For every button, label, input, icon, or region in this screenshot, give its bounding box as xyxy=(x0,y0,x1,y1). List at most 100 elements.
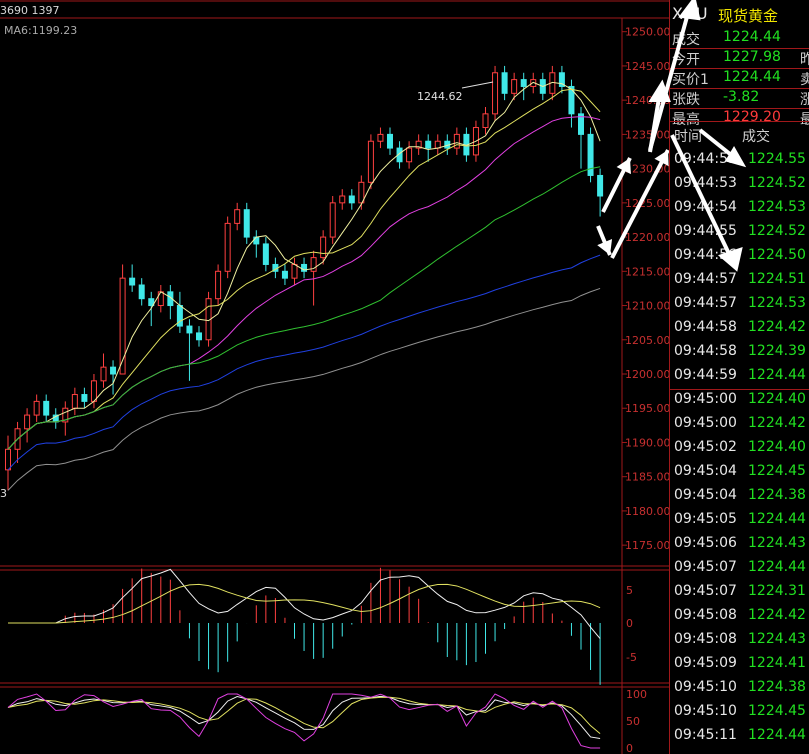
chart-stage: 1250.00 1245.00 1240.00 1235.00 1230.00 1225.… xyxy=(0,0,809,754)
tick-price: 1224.53 xyxy=(748,199,806,215)
tick-row: 09:45:06 1224.43 xyxy=(670,533,809,556)
macd-tick-label: -5 xyxy=(626,651,637,664)
candle-body xyxy=(81,394,88,402)
tick-row: 09:44:53 1224.55 xyxy=(670,149,809,172)
y-tick-label: 1240.00 xyxy=(625,94,669,107)
quote-extra: 卖 xyxy=(800,72,809,88)
y-tick-label: 1220.00 xyxy=(625,231,669,244)
tick-time: 09:44:54 xyxy=(674,199,737,215)
macd-tick-label: 5 xyxy=(626,584,633,597)
ma6-label: MA6:1199.23 xyxy=(4,24,78,37)
candle-body xyxy=(406,147,413,163)
tick-price: 1224.41 xyxy=(748,655,806,671)
tick-row: 09:44:57 1224.51 xyxy=(670,269,809,292)
tick-price: 1224.44 xyxy=(748,559,806,575)
y-tick-label: 1175.00 xyxy=(625,539,669,552)
quote-extra: 涨 xyxy=(800,92,809,108)
y-tick-label: 1235.00 xyxy=(625,128,669,141)
quote-row: 成交 1224.44 xyxy=(670,28,809,48)
candle-body xyxy=(329,202,336,238)
tick-row: 09:45:00 1224.42 xyxy=(670,413,809,436)
candle-body xyxy=(43,400,50,416)
candle-body xyxy=(138,284,145,300)
quote-value: 1224.44 xyxy=(723,69,781,85)
tick-price: 1224.39 xyxy=(748,343,806,359)
tick-price: 1224.44 xyxy=(748,511,806,527)
ticks-header-time: 时间 xyxy=(674,129,702,145)
candle-body xyxy=(215,270,222,300)
y-tick-label: 1180.00 xyxy=(625,505,669,518)
quote-label: 买价1 xyxy=(672,72,709,88)
tick-time: 09:45:04 xyxy=(674,487,737,503)
tick-row: 09:44:58 1224.39 xyxy=(670,341,809,364)
tick-row: 09:44:59 1224.44 xyxy=(670,365,809,388)
tick-price: 1224.40 xyxy=(748,391,806,407)
y-tick-label: 1245.00 xyxy=(625,60,669,73)
price-chart[interactable]: 1250.001245.001240.001235.001230.001225.… xyxy=(0,0,669,754)
tick-row: 09:45:11 1224.44 xyxy=(670,725,809,748)
candle-body xyxy=(234,209,241,224)
kdj-tick-label: 0 xyxy=(626,742,633,754)
symbol-code: XAU xyxy=(672,4,709,23)
candle-body xyxy=(71,394,78,409)
tick-row: 09:44:56 1224.50 xyxy=(670,245,809,268)
tick-price: 1224.45 xyxy=(748,703,806,719)
candle-body xyxy=(434,140,441,149)
tick-time: 09:44:55 xyxy=(674,223,737,239)
y-tick-label: 1225.00 xyxy=(625,197,669,210)
tick-row: 09:45:08 1224.43 xyxy=(670,629,809,652)
tick-time: 09:44:59 xyxy=(674,367,737,383)
tick-row: 09:45:09 1224.41 xyxy=(670,653,809,676)
quote-value: 1227.98 xyxy=(723,49,781,65)
tick-price: 1224.55 xyxy=(748,151,806,167)
quote-extra: 昨 xyxy=(800,52,809,68)
tick-time: 09:45:07 xyxy=(674,559,737,575)
tick-price: 1224.51 xyxy=(748,271,806,287)
tick-price: 1224.52 xyxy=(748,223,806,239)
quote-row: 今开 1227.98 昨 xyxy=(670,48,809,68)
quote-header: XAU 现货黄金 xyxy=(670,0,809,28)
tick-time: 09:45:04 xyxy=(674,463,737,479)
candle-body xyxy=(511,79,518,94)
tick-price: 1224.52 xyxy=(748,175,806,191)
tick-time: 09:45:06 xyxy=(674,535,737,551)
tick-row: 09:45:00 1224.40 xyxy=(670,389,809,412)
candle-body xyxy=(520,79,527,87)
tick-time: 09:44:58 xyxy=(674,343,737,359)
tick-price: 1224.45 xyxy=(748,463,806,479)
tick-time: 09:45:00 xyxy=(674,391,737,407)
tick-time: 09:44:53 xyxy=(674,151,737,167)
tick-row: 09:44:58 1224.42 xyxy=(670,317,809,340)
macd-tick-label: 0 xyxy=(626,617,633,630)
candle-body xyxy=(186,325,193,334)
candle-body xyxy=(320,236,327,259)
tick-price: 1224.42 xyxy=(748,415,806,431)
tick-time: 09:45:07 xyxy=(674,583,737,599)
low-annotation: 3 xyxy=(0,487,7,500)
candle-body xyxy=(129,277,136,286)
quote-value: -3.82 xyxy=(723,89,760,105)
candle-body xyxy=(492,72,499,115)
candle-body xyxy=(291,263,298,279)
candle-body xyxy=(33,400,40,416)
tick-price: 1224.38 xyxy=(748,487,806,503)
candle-body xyxy=(425,140,432,149)
y-tick-label: 1250.00 xyxy=(625,26,669,39)
quote-row: 买价1 1224.44 卖 xyxy=(670,68,809,88)
tick-row: 09:45:04 1224.45 xyxy=(670,461,809,484)
tick-price: 1224.38 xyxy=(748,679,806,695)
tick-time: 09:45:08 xyxy=(674,631,737,647)
candle-body xyxy=(5,448,11,471)
tick-time: 09:44:56 xyxy=(674,247,737,263)
candle-body xyxy=(110,366,117,375)
tick-time: 09:44:57 xyxy=(674,271,737,287)
tick-price: 1224.44 xyxy=(748,367,806,383)
tick-time: 09:45:08 xyxy=(674,607,737,623)
y-tick-label: 1205.00 xyxy=(625,334,669,347)
tick-row: 09:45:10 1224.45 xyxy=(670,701,809,724)
tick-time: 09:45:11 xyxy=(674,727,737,743)
candle-body xyxy=(224,222,231,272)
tick-divider xyxy=(670,389,809,390)
symbol-name: 现货黄金 xyxy=(718,7,779,25)
top-info: 3690 1397 xyxy=(0,4,60,17)
